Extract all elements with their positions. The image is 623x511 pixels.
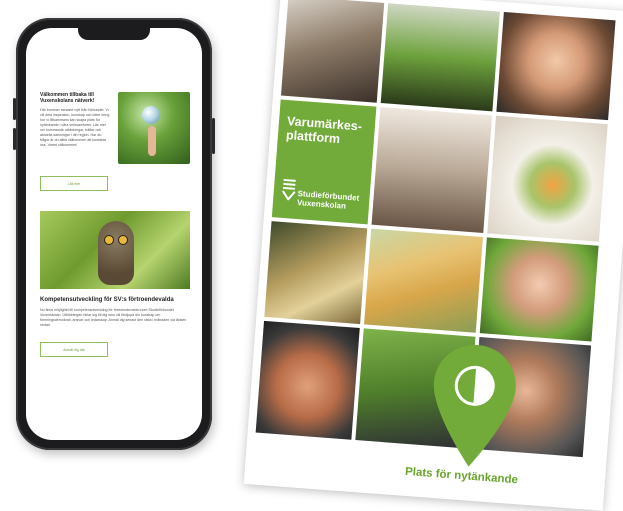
hand-shape — [148, 126, 156, 156]
owl-right-eye — [118, 235, 128, 245]
photo-woman-workshop — [371, 106, 493, 234]
section2-heading: Kompetensutveckling för SV:s förtroendev… — [40, 297, 174, 303]
phone-screen: Välkommen tillbaka till Vuxenskolans nät… — [26, 28, 202, 440]
newsletter-section-1: Välkommen tillbaka till Vuxenskolans nät… — [40, 92, 190, 164]
photo-food-plate — [487, 115, 608, 242]
section1-heading: Välkommen tillbaka till Vuxenskolans nät… — [40, 92, 95, 104]
power-button — [212, 118, 215, 154]
photo-woman-camera — [280, 0, 385, 103]
owl-image — [40, 211, 190, 289]
photo-weaving-hands — [264, 221, 368, 325]
location-pin-icon — [433, 344, 516, 467]
section2-signup-button[interactable]: Anmäl dig här — [40, 342, 108, 357]
photo-plant-seedling — [380, 3, 500, 112]
section1-body: Här kommer senaste nytt från förbundet. … — [40, 108, 110, 147]
title-panel: Varumärkes-plattform Studieförbundet Vux… — [271, 99, 377, 225]
sv-logo: Studieförbundet Vuxenskolan — [281, 178, 361, 212]
photo-girl-glasses-2 — [479, 237, 599, 342]
brochure-title: Varumärkes-plattform — [285, 114, 363, 147]
section2-body: Nu finns möjlighet till kompetensutveckl… — [40, 308, 187, 327]
phone-mockup: Välkommen tillbaka till Vuxenskolans nät… — [13, 18, 215, 450]
photo-laughing-man — [255, 320, 360, 440]
brand-platform-brochure: Varumärkes-plattform Studieförbundet Vux… — [243, 0, 623, 511]
crystal-ball-image — [118, 92, 190, 164]
phone-notch — [78, 26, 150, 40]
sv-logo-text: Studieförbundet Vuxenskolan — [297, 189, 360, 212]
photo-girl-glasses — [496, 11, 616, 121]
photo-beehive-frame — [364, 228, 483, 333]
newsletter-email: Välkommen tillbaka till Vuxenskolans nät… — [40, 92, 190, 357]
volume-up-button — [13, 98, 16, 120]
crystal-ball-shape — [142, 106, 160, 124]
volume-down-button — [13, 128, 16, 150]
section1-text: Välkommen tillbaka till Vuxenskolans nät… — [40, 92, 110, 164]
owl-body-shape — [98, 221, 134, 285]
section1-read-more-button[interactable]: Läs mer — [40, 176, 108, 191]
sv-logo-icon — [281, 178, 296, 201]
owl-left-eye — [104, 235, 114, 245]
